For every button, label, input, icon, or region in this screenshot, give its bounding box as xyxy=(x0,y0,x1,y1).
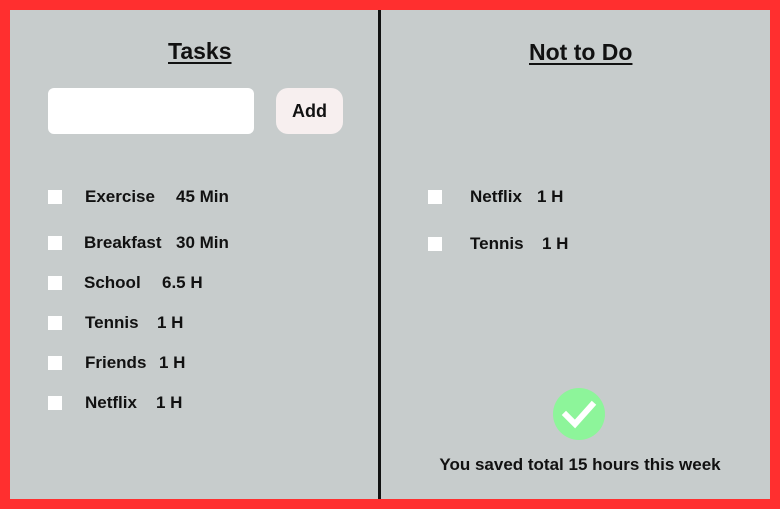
not-to-do-checkbox[interactable] xyxy=(428,190,442,204)
task-item-breakfast[interactable]: Breakfast 30 Min xyxy=(48,233,268,255)
task-item-tennis[interactable]: Tennis 1 H xyxy=(48,313,268,335)
task-name: Breakfast xyxy=(84,233,162,252)
task-duration: 1 H xyxy=(156,393,183,412)
not-to-do-title: Not to Do xyxy=(529,39,633,65)
column-divider xyxy=(378,10,381,499)
task-checkbox[interactable] xyxy=(48,356,62,370)
saved-summary: You saved total 15 hours this week xyxy=(439,455,721,474)
not-to-do-name: Tennis xyxy=(470,234,524,253)
task-checkbox[interactable] xyxy=(48,276,62,290)
task-name: Netflix xyxy=(85,393,137,412)
task-name: Friends xyxy=(85,353,147,372)
task-checkbox[interactable] xyxy=(48,236,62,250)
task-checkbox[interactable] xyxy=(48,396,62,410)
task-name: Tennis xyxy=(85,313,139,332)
tasks-title: Tasks xyxy=(168,38,232,64)
task-duration: 6.5 H xyxy=(162,273,203,292)
task-input[interactable] xyxy=(48,88,254,134)
task-item-friends[interactable]: Friends 1 H xyxy=(48,353,268,375)
not-to-do-name: Netflix xyxy=(470,187,522,206)
checkmark-circle-icon xyxy=(553,388,605,440)
add-button[interactable]: Add xyxy=(276,88,343,134)
task-duration: 1 H xyxy=(159,353,186,372)
task-duration: 30 Min xyxy=(176,233,229,252)
not-to-do-item-netflix[interactable]: Netflix 1 H xyxy=(428,187,648,209)
task-name: School xyxy=(84,273,141,292)
task-checkbox[interactable] xyxy=(48,190,62,204)
app-frame: Tasks Add Exercise 45 Min Breakfast 30 M… xyxy=(10,10,770,499)
task-item-school[interactable]: School 6.5 H xyxy=(48,273,268,295)
not-to-do-checkbox[interactable] xyxy=(428,237,442,251)
task-item-netflix[interactable]: Netflix 1 H xyxy=(48,393,268,415)
not-to-do-duration: 1 H xyxy=(537,187,564,206)
task-name: Exercise xyxy=(85,187,155,206)
not-to-do-item-tennis[interactable]: Tennis 1 H xyxy=(428,234,648,256)
not-to-do-duration: 1 H xyxy=(542,234,569,253)
task-checkbox[interactable] xyxy=(48,316,62,330)
task-duration: 45 Min xyxy=(176,187,229,206)
task-item-exercise[interactable]: Exercise 45 Min xyxy=(48,187,268,209)
task-duration: 1 H xyxy=(157,313,184,332)
